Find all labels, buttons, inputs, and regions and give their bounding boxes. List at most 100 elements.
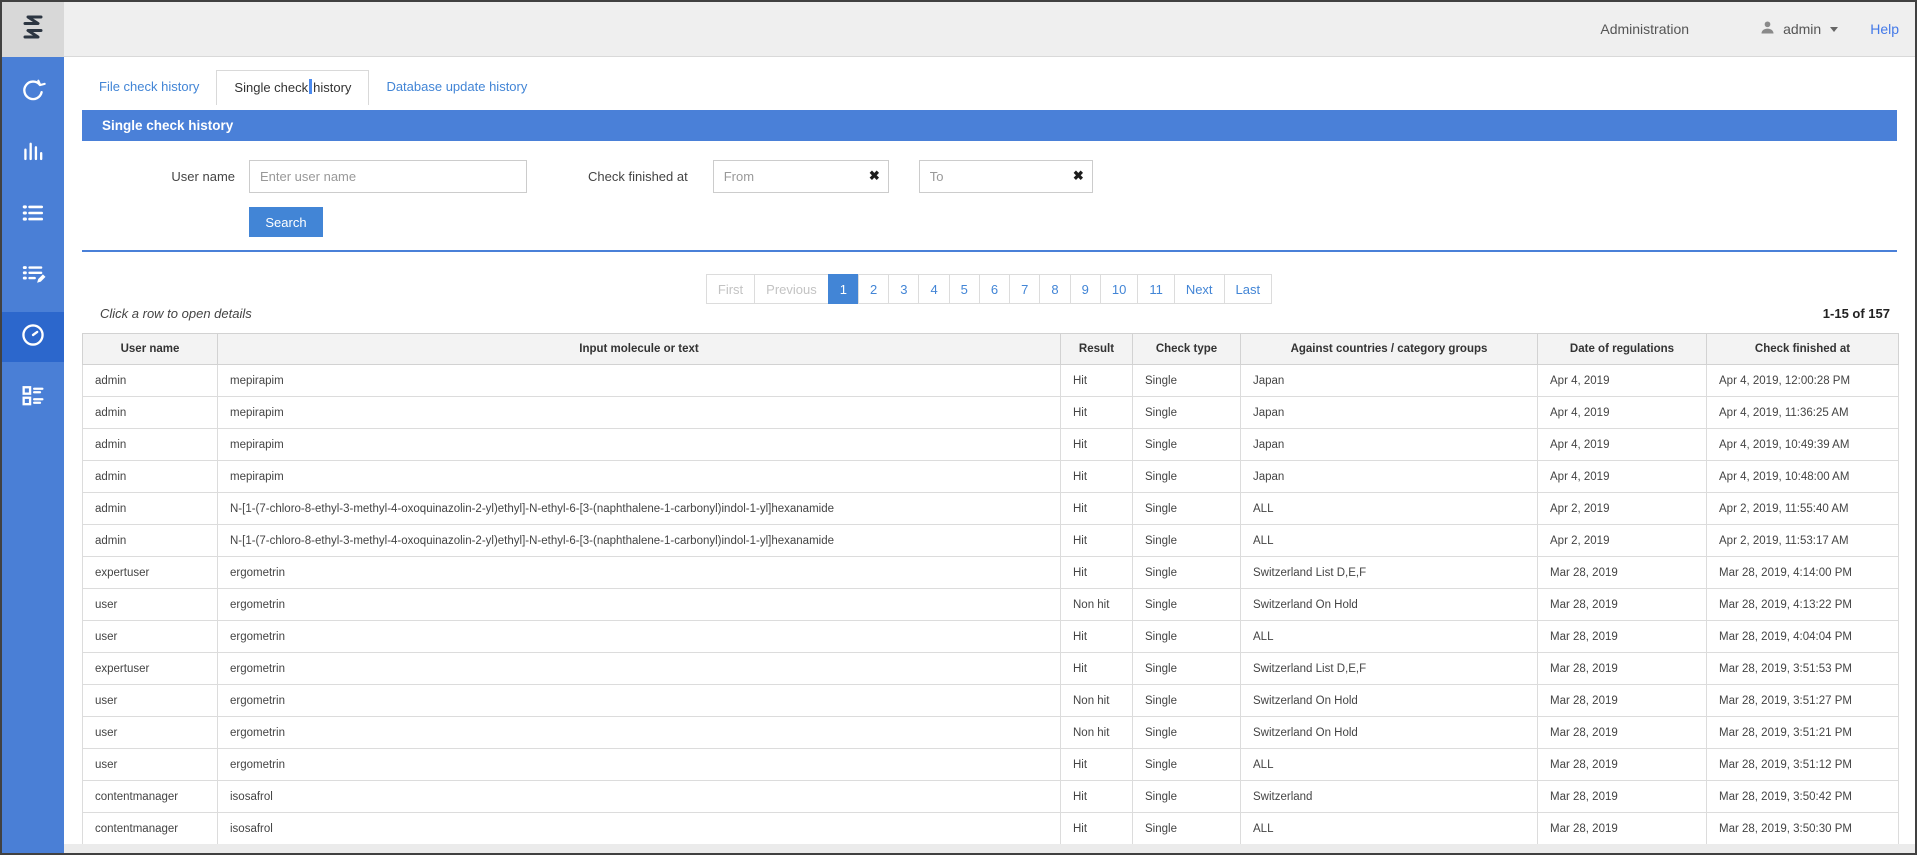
sidebar-item-check[interactable] xyxy=(2,68,64,118)
tab-bar: File check historySingle checkhistoryDat… xyxy=(82,70,1915,105)
table-cell: Hit xyxy=(1061,365,1133,397)
top-bar: Administration admin Help xyxy=(64,2,1915,57)
table-cell: Mar 28, 2019 xyxy=(1538,685,1707,717)
table-row[interactable]: adminN-[1-(7-chloro-8-ethyl-3-methyl-4-o… xyxy=(83,525,1899,557)
sidebar-item-reports[interactable] xyxy=(2,373,64,423)
column-header: Date of regulations xyxy=(1538,334,1707,365)
table-cell: Japan xyxy=(1241,429,1538,461)
to-date-input[interactable] xyxy=(919,160,1093,193)
table-cell: Hit xyxy=(1061,749,1133,781)
page-button-4[interactable]: 4 xyxy=(918,274,949,304)
page-button-11[interactable]: 11 xyxy=(1137,274,1175,304)
table-row[interactable]: expertuserergometrinHitSingleSwitzerland… xyxy=(83,557,1899,589)
table-row[interactable]: expertuserergometrinHitSingleSwitzerland… xyxy=(83,653,1899,685)
table-cell: mepirapim xyxy=(218,429,1061,461)
table-row[interactable]: adminmepirapimHitSingleJapanApr 4, 2019A… xyxy=(83,365,1899,397)
table-cell: ergometrin xyxy=(218,589,1061,621)
table-row[interactable]: userergometrinNon hitSingleSwitzerland O… xyxy=(83,717,1899,749)
main-content: File check historySingle checkhistoryDat… xyxy=(64,2,1915,845)
table-row[interactable]: contentmanagerisosafrolHitSingleALLMar 2… xyxy=(83,813,1899,845)
table-cell: Mar 28, 2019, 4:04:04 PM xyxy=(1707,621,1899,653)
tab-single-check-history[interactable]: Single checkhistory xyxy=(216,70,369,105)
column-header: Against countries / category groups xyxy=(1241,334,1538,365)
page-button-previous: Previous xyxy=(754,274,829,304)
username-input[interactable] xyxy=(249,160,527,193)
row-hint: Click a row to open details xyxy=(100,306,252,321)
table-row[interactable]: userergometrinNon hitSingleSwitzerland O… xyxy=(83,685,1899,717)
tab-database-update-history[interactable]: Database update history xyxy=(369,70,544,105)
table-cell: user xyxy=(83,717,218,749)
table-cell: Apr 4, 2019, 11:36:25 AM xyxy=(1707,397,1899,429)
page-button-7[interactable]: 7 xyxy=(1009,274,1040,304)
sidebar-item-statistics[interactable] xyxy=(2,129,64,179)
from-date-input[interactable] xyxy=(713,160,889,193)
table-cell: Single xyxy=(1133,813,1241,845)
table-cell: Non hit xyxy=(1061,717,1133,749)
sidebar-item-history[interactable] xyxy=(2,312,64,362)
table-cell: Single xyxy=(1133,493,1241,525)
from-date-field: ✖ xyxy=(713,160,889,193)
table-cell: Apr 4, 2019, 12:00:28 PM xyxy=(1707,365,1899,397)
table-cell: Single xyxy=(1133,621,1241,653)
form-report-icon xyxy=(19,382,47,415)
table-cell: N-[1-(7-chloro-8-ethyl-3-methyl-4-oxoqui… xyxy=(218,525,1061,557)
table-cell: Single xyxy=(1133,365,1241,397)
page-button-8[interactable]: 8 xyxy=(1039,274,1070,304)
page-button-next[interactable]: Next xyxy=(1174,274,1225,304)
table-cell: Apr 2, 2019 xyxy=(1538,493,1707,525)
table-row[interactable]: adminmepirapimHitSingleJapanApr 4, 2019A… xyxy=(83,461,1899,493)
clear-to-icon[interactable]: ✖ xyxy=(1073,168,1084,184)
table-cell: Apr 2, 2019, 11:53:17 AM xyxy=(1707,525,1899,557)
table-cell: ergometrin xyxy=(218,621,1061,653)
table-cell: mepirapim xyxy=(218,365,1061,397)
table-cell: ergometrin xyxy=(218,653,1061,685)
table-row[interactable]: userergometrinHitSingleALLMar 28, 2019Ma… xyxy=(83,621,1899,653)
table-cell: Mar 28, 2019, 3:50:30 PM xyxy=(1707,813,1899,845)
table-cell: user xyxy=(83,589,218,621)
page-button-1[interactable]: 1 xyxy=(828,274,859,304)
table-cell: Single xyxy=(1133,749,1241,781)
administration-label: Administration xyxy=(1600,21,1689,37)
table-cell: user xyxy=(83,749,218,781)
sidebar xyxy=(2,2,64,853)
clear-from-icon[interactable]: ✖ xyxy=(869,168,880,184)
help-link[interactable]: Help xyxy=(1870,21,1899,37)
table-row[interactable]: contentmanagerisosafrolHitSingleSwitzerl… xyxy=(83,781,1899,813)
table-cell: Apr 4, 2019 xyxy=(1538,461,1707,493)
page-button-last[interactable]: Last xyxy=(1224,274,1273,304)
user-name: admin xyxy=(1783,21,1821,37)
clock-icon xyxy=(19,321,47,354)
page-button-3[interactable]: 3 xyxy=(888,274,919,304)
table-row[interactable]: userergometrinHitSingleALLMar 28, 2019Ma… xyxy=(83,749,1899,781)
page-button-10[interactable]: 10 xyxy=(1100,274,1138,304)
table-cell: expertuser xyxy=(83,557,218,589)
table-cell: Switzerland On Hold xyxy=(1241,717,1538,749)
table-row[interactable]: userergometrinNon hitSingleSwitzerland O… xyxy=(83,589,1899,621)
page-button-2[interactable]: 2 xyxy=(858,274,889,304)
table-cell: Japan xyxy=(1241,461,1538,493)
table-cell: Hit xyxy=(1061,429,1133,461)
table-cell: Hit xyxy=(1061,397,1133,429)
table-cell: Apr 4, 2019, 10:49:39 AM xyxy=(1707,429,1899,461)
user-menu[interactable]: admin xyxy=(1759,19,1838,39)
table-row[interactable]: adminmepirapimHitSingleJapanApr 4, 2019A… xyxy=(83,397,1899,429)
sidebar-item-lists[interactable] xyxy=(2,190,64,240)
tab-file-check-history[interactable]: File check history xyxy=(82,70,216,105)
pagination: FirstPrevious1234567891011NextLast xyxy=(64,274,1915,304)
sidebar-item-custom-lists[interactable] xyxy=(2,251,64,301)
page-button-5[interactable]: 5 xyxy=(949,274,980,304)
table-cell: Japan xyxy=(1241,365,1538,397)
app-logo[interactable] xyxy=(2,2,64,57)
table-cell: ergometrin xyxy=(218,557,1061,589)
page-button-9[interactable]: 9 xyxy=(1070,274,1101,304)
table-cell: ALL xyxy=(1241,621,1538,653)
table-cell: Mar 28, 2019 xyxy=(1538,749,1707,781)
table-cell: admin xyxy=(83,365,218,397)
table-cell: Mar 28, 2019 xyxy=(1538,781,1707,813)
table-cell: mepirapim xyxy=(218,461,1061,493)
table-row[interactable]: adminmepirapimHitSingleJapanApr 4, 2019A… xyxy=(83,429,1899,461)
page-button-6[interactable]: 6 xyxy=(979,274,1010,304)
search-button[interactable]: Search xyxy=(249,207,323,237)
table-cell: Single xyxy=(1133,781,1241,813)
table-row[interactable]: adminN-[1-(7-chloro-8-ethyl-3-methyl-4-o… xyxy=(83,493,1899,525)
